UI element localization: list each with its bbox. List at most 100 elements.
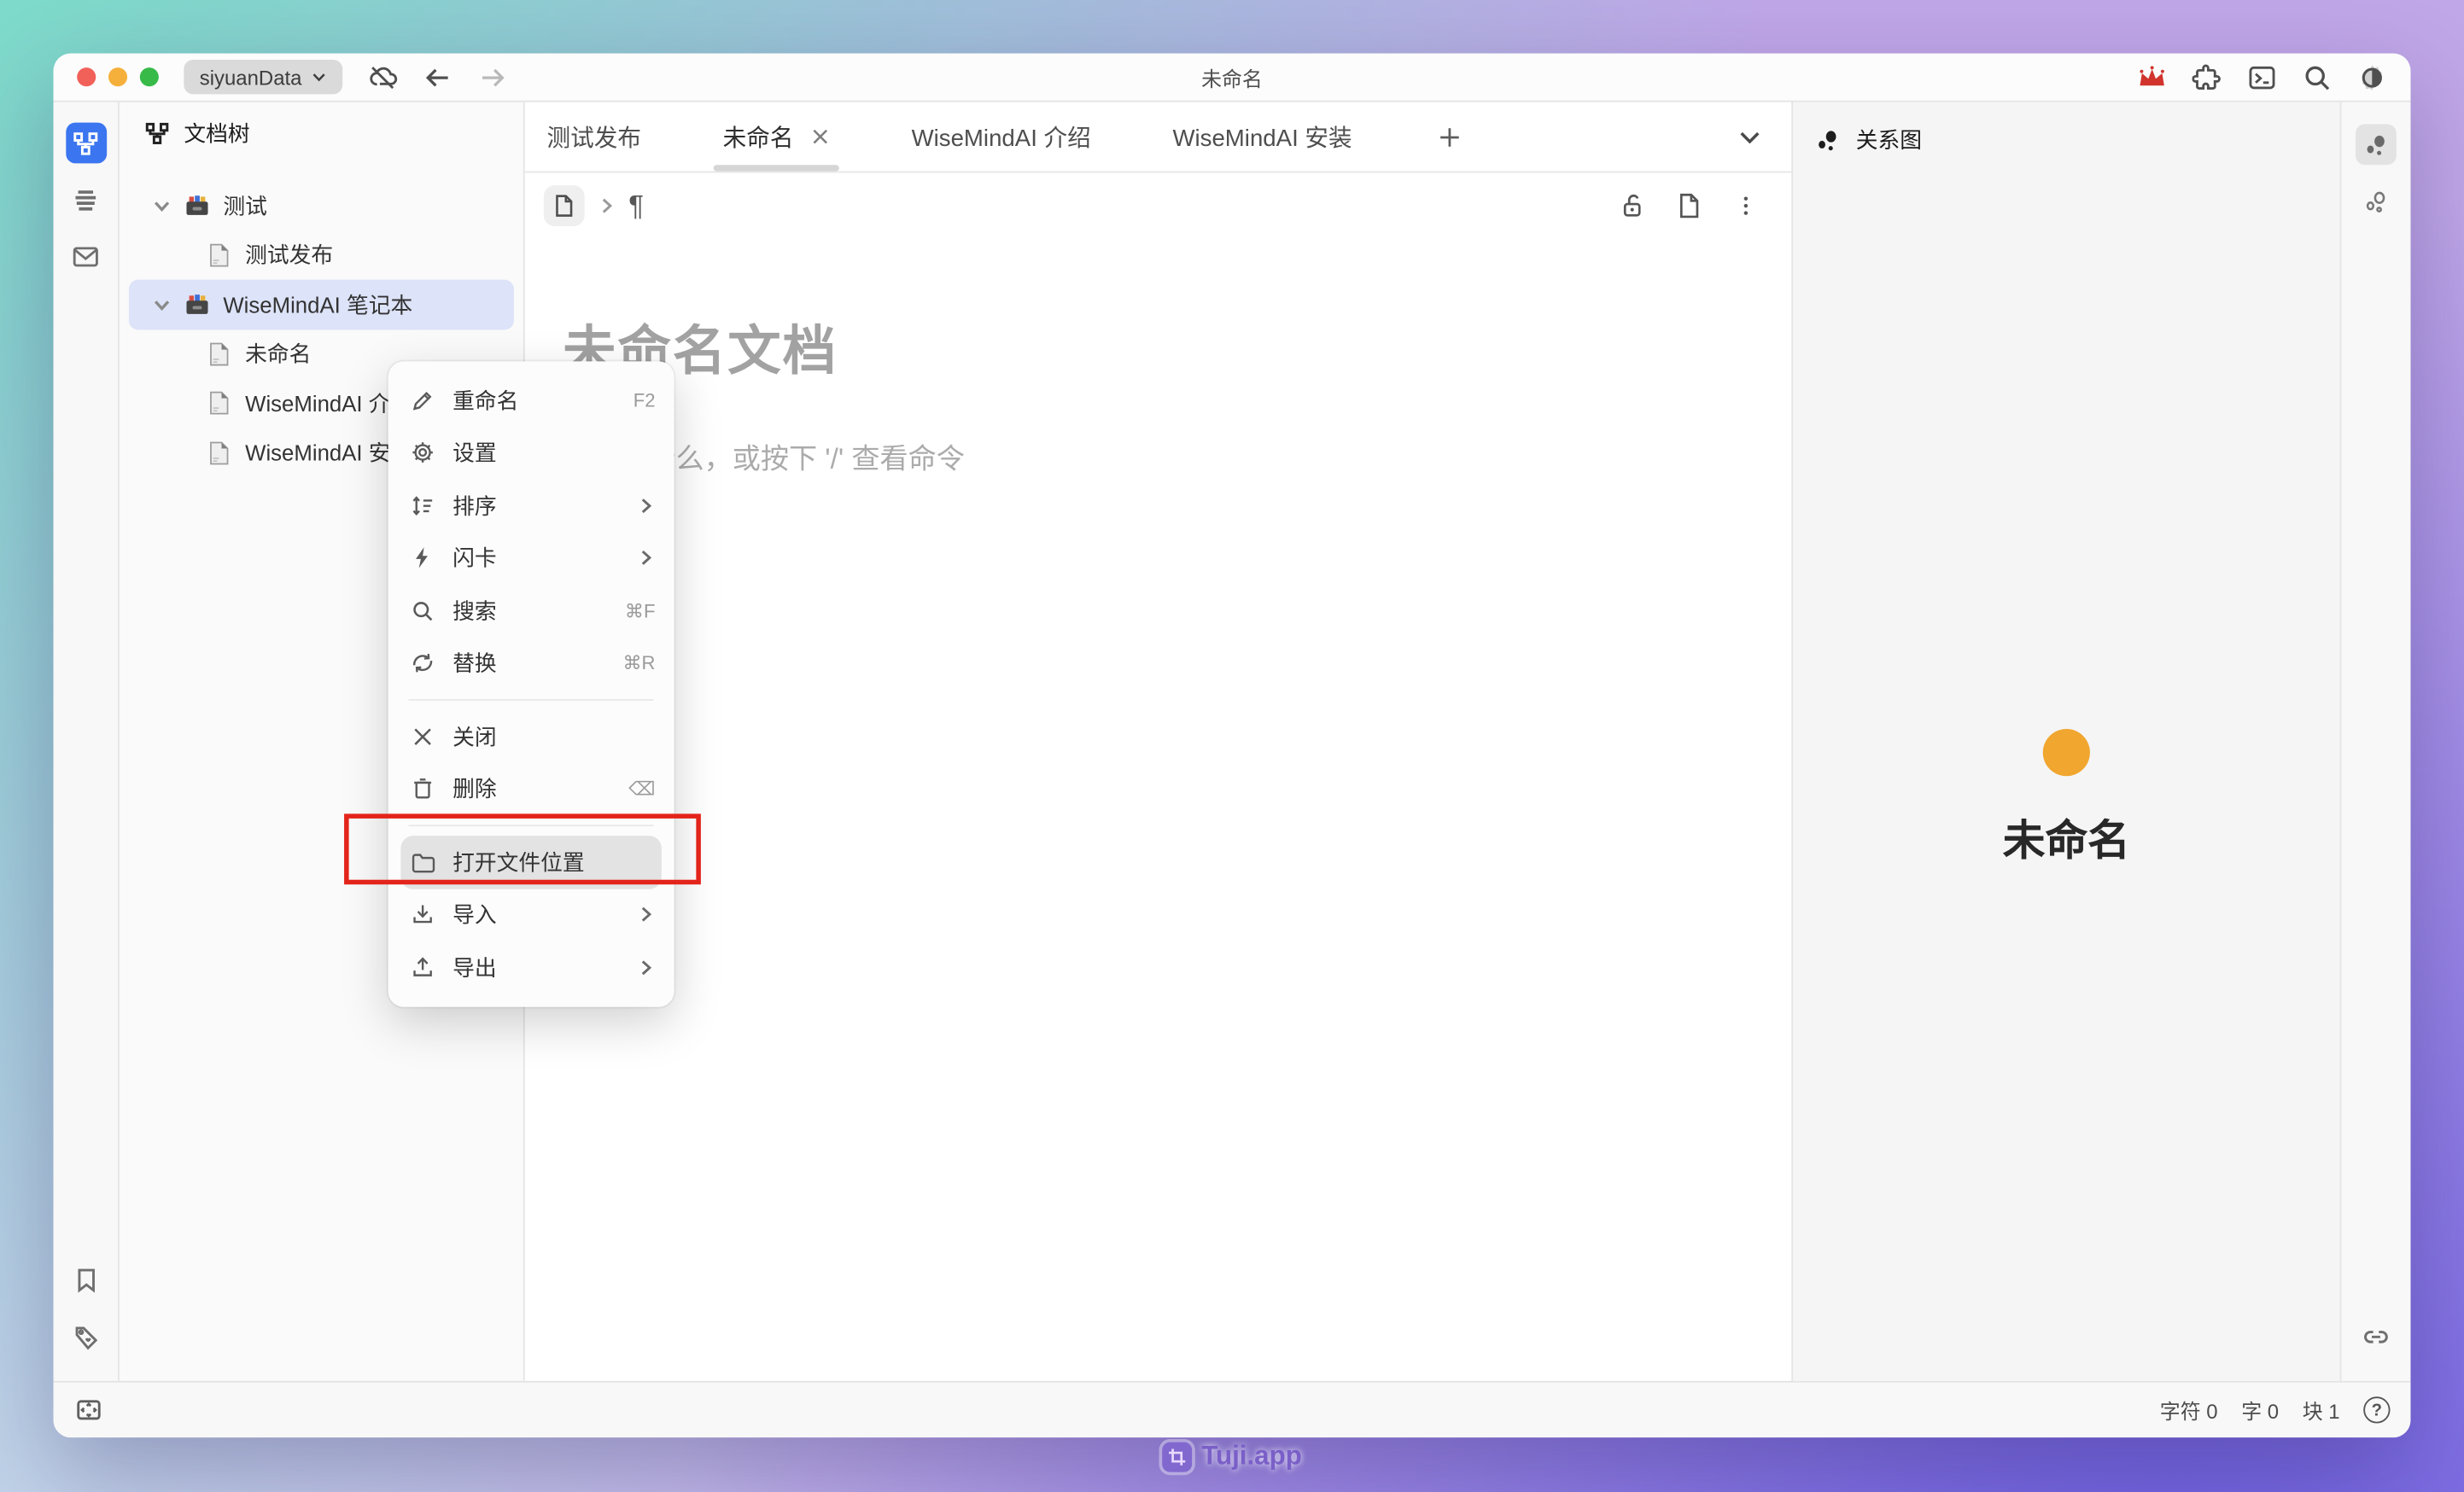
titlebar: siyuanData 未命名: [54, 54, 2411, 102]
minimize-window-button[interactable]: [108, 67, 127, 86]
theme-toggle-icon[interactable]: [2357, 62, 2387, 92]
doc-action-icons: [1619, 192, 1760, 220]
forward-icon[interactable]: [478, 62, 508, 92]
menu-item-rename[interactable]: 重命名 F2: [388, 374, 674, 427]
bookmark-dock-icon[interactable]: [65, 1260, 106, 1301]
menu-shortcut: ⌫: [628, 778, 655, 801]
outline-dock-icon[interactable]: [65, 179, 106, 220]
file-tree-dock-icon[interactable]: [65, 123, 106, 164]
menu-label: 导出: [453, 952, 636, 983]
doc-title-placeholder[interactable]: 未命名文档: [563, 318, 1791, 387]
tab-label: WiseMindAI 介绍: [912, 120, 1091, 154]
tag-dock-icon[interactable]: [65, 1316, 106, 1357]
annotation-highlight-box: [344, 813, 701, 884]
doc-file-icon[interactable]: [1675, 192, 1703, 220]
trash-icon: [410, 777, 435, 801]
graph-dots-icon: [1815, 126, 1842, 153]
submenu-chevron-icon: [636, 958, 655, 976]
tree-row-label: 未命名: [245, 338, 311, 370]
tree-row-notebook[interactable]: 测试: [129, 181, 514, 230]
doc-body-placeholder[interactable]: 输入点什么，或按下 '/' 查看命令: [563, 437, 1791, 478]
tab-wisemindai-intro[interactable]: WiseMindAI 介绍: [890, 102, 1113, 172]
menu-label: 替换: [453, 648, 622, 679]
editor-content[interactable]: 未命名文档 输入点什么，或按下 '/' 查看命令: [525, 239, 1791, 478]
menu-item-delete[interactable]: 删除 ⌫: [388, 763, 674, 816]
menu-item-export[interactable]: 导出: [388, 941, 674, 994]
search-icon[interactable]: [2302, 62, 2332, 92]
window-title: 未命名: [54, 62, 2411, 92]
graph-node[interactable]: [2043, 729, 2090, 776]
menu-item-settings[interactable]: 设置: [388, 427, 674, 480]
watermark-label: Tuji.app: [1201, 1441, 1302, 1472]
tree-row-doc[interactable]: 测试发布: [129, 230, 514, 280]
menu-label: 导入: [453, 899, 636, 930]
desktop-background: siyuanData 未命名: [0, 0, 2464, 1492]
doc-tree-icon: [144, 121, 169, 146]
menu-item-flashcard[interactable]: 闪卡: [388, 532, 674, 585]
gear-icon: [410, 440, 435, 465]
graph-panel: 关系图 未命名: [1791, 102, 2339, 1381]
menu-item-sort[interactable]: 排序: [388, 479, 674, 532]
help-icon[interactable]: ?: [2363, 1396, 2390, 1423]
document-icon: [206, 390, 232, 417]
inbox-dock-icon[interactable]: [65, 236, 106, 277]
dock-toggle-icon[interactable]: [74, 1395, 104, 1425]
paragraph-mark[interactable]: ¶: [628, 189, 644, 223]
more-kebab-icon[interactable]: [1731, 192, 1760, 220]
status-bar: 字符 0 字 0 块 1 ?: [54, 1381, 2411, 1437]
chevron-down-icon: [312, 69, 327, 85]
notebook-context-menu: 重命名 F2 设置 排序 闪卡 搜索 ⌘F: [388, 361, 674, 1006]
tab-list-chevron-icon[interactable]: [1737, 123, 1763, 149]
close-window-button[interactable]: [77, 67, 96, 86]
tree-row-label: 测试: [223, 189, 267, 221]
terminal-icon[interactable]: [2247, 62, 2277, 92]
menu-label: 重命名: [453, 384, 634, 416]
plugins-icon[interactable]: [2192, 62, 2222, 92]
traffic-lights: [77, 67, 159, 86]
membership-crown-icon[interactable]: [2137, 62, 2167, 92]
app-window: siyuanData 未命名: [54, 54, 2411, 1438]
import-icon: [410, 902, 435, 927]
menu-divider: [409, 699, 654, 701]
menu-label: 关闭: [453, 720, 655, 752]
workspace-switcher[interactable]: siyuanData: [184, 60, 342, 94]
global-graph-dock-icon[interactable]: [2356, 181, 2397, 222]
back-icon[interactable]: [423, 62, 453, 92]
menu-label: 搜索: [453, 595, 625, 627]
cloud-off-icon[interactable]: [368, 62, 398, 92]
chevron-down-icon[interactable]: [151, 294, 173, 316]
menu-item-close[interactable]: 关闭: [388, 710, 674, 763]
menu-shortcut: ⌘R: [622, 652, 655, 674]
tab-ceshifabu[interactable]: 测试发布: [525, 102, 663, 172]
breadcrumb-doc-icon[interactable]: [544, 185, 585, 226]
titlebar-actions: [2137, 62, 2387, 92]
menu-item-import[interactable]: 导入: [388, 889, 674, 941]
tab-weimingming-active[interactable]: 未命名: [701, 102, 852, 172]
editor-pane: 测试发布 未命名 WiseMindAI 介绍 WiseMindAI 安装 ¶: [525, 102, 1791, 1381]
tab-wisemindai-install[interactable]: WiseMindAI 安装: [1151, 102, 1375, 172]
replace-icon: [410, 650, 435, 675]
graph-dock-icon-active[interactable]: [2356, 124, 2397, 165]
left-dock: [54, 102, 120, 1381]
unlock-icon[interactable]: [1619, 192, 1647, 220]
new-tab-icon[interactable]: [1437, 123, 1463, 149]
chevron-down-icon[interactable]: [151, 195, 173, 217]
document-icon: [206, 440, 232, 466]
menu-label: 闪卡: [453, 542, 636, 574]
zoom-window-button[interactable]: [140, 67, 159, 86]
notebook-icon: [184, 291, 210, 318]
tree-row-notebook-selected[interactable]: WiseMindAI 笔记本: [129, 280, 514, 329]
tab-label: WiseMindAI 安装: [1172, 120, 1352, 154]
crop-icon: [1162, 1442, 1192, 1472]
menu-item-replace[interactable]: 替换 ⌘R: [388, 637, 674, 690]
menu-shortcut: F2: [634, 389, 656, 411]
tab-close-icon[interactable]: [811, 127, 830, 146]
workspace-name: siyuanData: [200, 65, 302, 89]
backlinks-dock-icon[interactable]: [2356, 1316, 2397, 1357]
breadcrumb: ¶: [525, 172, 1791, 238]
status-counts: 字符 0 字 0 块 1 ?: [2160, 1395, 2391, 1425]
menu-label: 设置: [453, 437, 655, 469]
doc-tree-header: 文档树: [120, 112, 523, 156]
menu-item-search[interactable]: 搜索 ⌘F: [388, 585, 674, 638]
char-count: 字符 0: [2160, 1395, 2218, 1425]
